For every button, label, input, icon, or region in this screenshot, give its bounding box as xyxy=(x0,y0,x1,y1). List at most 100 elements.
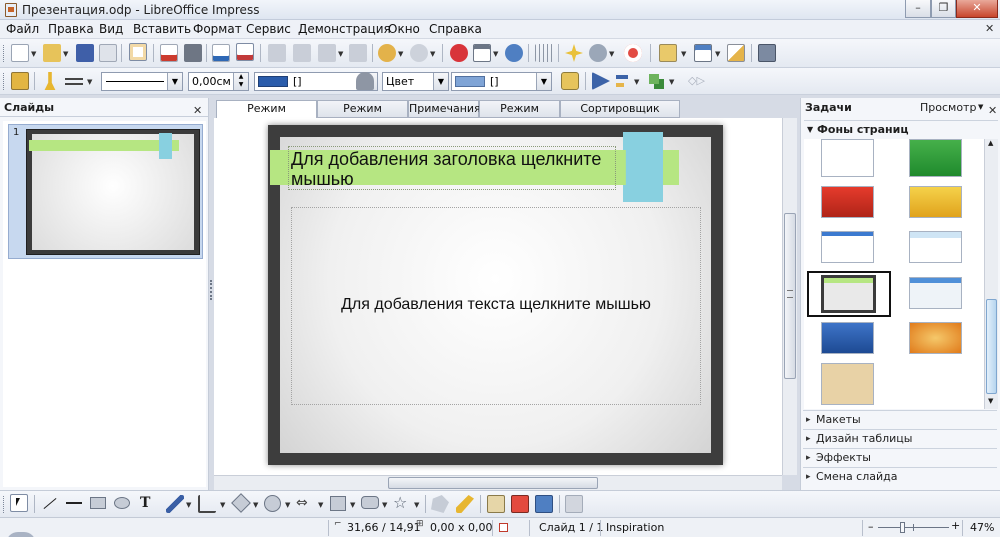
slide-canvas[interactable]: Для добавления заголовка щелкните мышью … xyxy=(268,125,723,465)
flowchart-dropdown-icon[interactable]: ▼ xyxy=(350,501,355,509)
close-panel-icon[interactable]: ✕ xyxy=(193,101,202,120)
slide-layout-icon[interactable] xyxy=(694,44,712,62)
fill-color-select[interactable]: [] ▼ xyxy=(451,72,552,91)
arrange-dropdown-icon[interactable]: ▼ xyxy=(669,78,674,86)
menu-tools[interactable]: Сервис xyxy=(246,22,291,36)
points-icon[interactable] xyxy=(431,495,449,513)
line-icon[interactable] xyxy=(44,72,56,90)
background-thumbnail[interactable] xyxy=(821,186,874,218)
menu-file[interactable]: Файл xyxy=(6,22,39,36)
close-window-button[interactable]: ✕ xyxy=(956,0,998,18)
curve-tool-icon[interactable] xyxy=(166,495,184,513)
align-dropdown-icon[interactable]: ▼ xyxy=(634,78,639,86)
restore-button[interactable]: ❐ xyxy=(931,0,956,18)
menu-edit[interactable]: Правка xyxy=(48,22,94,36)
connector-dropdown-icon[interactable]: ▼ xyxy=(220,501,225,509)
edit-file-icon[interactable] xyxy=(129,43,147,61)
export-pdf-icon[interactable] xyxy=(160,44,178,62)
toolbar-grip[interactable] xyxy=(3,45,5,62)
toolbar-more-icon[interactable]: ◇▷ xyxy=(688,74,705,87)
toolbar-grip-2[interactable] xyxy=(3,73,5,90)
tasks-view-menu[interactable]: Просмотр xyxy=(920,98,976,117)
insert-chart-icon[interactable] xyxy=(450,44,468,62)
minimize-button[interactable]: – xyxy=(905,0,931,18)
basic-shapes-icon[interactable] xyxy=(231,493,251,513)
gallery-icon[interactable] xyxy=(535,495,553,513)
section-effects[interactable]: Эффекты xyxy=(803,448,997,467)
background-thumbnail[interactable] xyxy=(909,231,962,263)
tab-slide-sorter[interactable]: Сортировщик слайдов xyxy=(560,100,680,131)
background-thumbnail[interactable] xyxy=(909,277,962,309)
copy-icon[interactable] xyxy=(293,44,311,62)
slide-thumbnail-selected[interactable]: 1 xyxy=(8,124,203,259)
background-thumbnail-selected[interactable] xyxy=(807,271,891,317)
spin-icon[interactable]: ▲ ▼ xyxy=(233,73,248,90)
symbol-shapes-dropdown-icon[interactable]: ▼ xyxy=(285,501,290,509)
block-arrows-dropdown-icon[interactable]: ▼ xyxy=(318,501,323,509)
zoom-dropdown-icon[interactable]: ▼ xyxy=(609,50,614,58)
stars-dropdown-icon[interactable]: ▼ xyxy=(414,501,419,509)
new-document-icon[interactable] xyxy=(11,44,29,62)
tasks-scroll-thumb[interactable] xyxy=(986,299,997,394)
arrange-icon[interactable] xyxy=(647,72,665,90)
zoom-icon[interactable] xyxy=(589,44,607,62)
open-folder-icon[interactable] xyxy=(43,44,61,62)
styles-icon[interactable] xyxy=(11,72,29,90)
area-fill-icon[interactable] xyxy=(356,72,374,90)
zoom-out-button[interactable]: – xyxy=(868,520,874,533)
start-slideshow-icon[interactable] xyxy=(758,44,776,62)
section-slide-transition[interactable]: Смена слайда xyxy=(803,467,997,486)
tab-outline-view[interactable]: Режим структуры xyxy=(317,100,408,131)
arrow-style-dropdown-icon[interactable]: ▼ xyxy=(87,78,92,86)
autospellcheck-icon[interactable] xyxy=(236,43,254,61)
callouts-icon[interactable] xyxy=(361,496,379,509)
menu-window[interactable]: Окно xyxy=(388,22,420,36)
help-icon[interactable] xyxy=(624,44,642,62)
scroll-down-icon[interactable]: ▼ xyxy=(988,397,993,405)
snap-point-icon[interactable] xyxy=(565,44,583,62)
background-thumbnail[interactable] xyxy=(821,139,874,177)
table-dropdown-icon[interactable]: ▼ xyxy=(493,50,498,58)
zoom-slider-handle[interactable] xyxy=(900,522,905,533)
tasks-vertical-scrollbar[interactable]: ▲ ▼ xyxy=(984,139,998,409)
zoom-in-button[interactable]: + xyxy=(951,519,960,532)
align-icon[interactable] xyxy=(614,72,632,90)
area-style-select[interactable]: Цвет ▼ xyxy=(382,72,449,91)
select-pointer-icon[interactable] xyxy=(10,494,28,512)
menu-insert[interactable]: Вставить xyxy=(133,22,191,36)
section-page-backgrounds[interactable]: ▼ Фоны страниц xyxy=(804,120,998,139)
cut-icon[interactable] xyxy=(268,44,286,62)
menu-view[interactable]: Вид xyxy=(99,22,123,36)
callouts-dropdown-icon[interactable]: ▼ xyxy=(382,501,387,509)
document-modified-icon[interactable] xyxy=(499,523,508,532)
paste-icon[interactable] xyxy=(318,44,336,62)
horizontal-scroll-thumb[interactable] xyxy=(388,477,598,489)
undo-dropdown-icon[interactable]: ▼ xyxy=(398,50,403,58)
grid-icon[interactable] xyxy=(535,44,553,62)
section-layouts[interactable]: Макеты xyxy=(803,410,997,429)
workspace-vertical-scrollbar[interactable] xyxy=(782,118,797,475)
paste-dropdown-icon[interactable]: ▼ xyxy=(338,50,343,58)
redo-dropdown-icon[interactable]: ▼ xyxy=(430,50,435,58)
block-arrows-icon[interactable]: ⇔ xyxy=(296,495,308,511)
close-document-icon[interactable]: ✕ xyxy=(985,22,994,35)
connector-tool-icon[interactable] xyxy=(198,495,216,513)
basic-shapes-dropdown-icon[interactable]: ▼ xyxy=(253,501,258,509)
flowchart-icon[interactable] xyxy=(330,496,346,511)
tab-drawing-view[interactable]: Режим рисования xyxy=(216,100,317,131)
spellcheck-icon[interactable] xyxy=(212,44,230,62)
clone-formatting-icon[interactable] xyxy=(349,44,367,62)
tab-notes-view[interactable]: Примечания xyxy=(408,100,481,118)
content-placeholder[interactable]: Для добавления текста щелкните мышью xyxy=(291,207,701,405)
menu-help[interactable]: Справка xyxy=(429,22,482,36)
symbol-shapes-icon[interactable] xyxy=(264,495,281,512)
new-dropdown-icon[interactable]: ▼ xyxy=(31,50,36,58)
layout-dropdown-icon[interactable]: ▼ xyxy=(715,50,720,58)
save-icon[interactable] xyxy=(76,44,94,62)
background-thumbnail[interactable] xyxy=(821,322,874,354)
slide-icon[interactable] xyxy=(659,44,677,62)
slide-dropdown-icon[interactable]: ▼ xyxy=(681,50,686,58)
navigator-icon[interactable] xyxy=(505,44,523,62)
section-table-design[interactable]: Дизайн таблицы xyxy=(803,429,997,448)
from-file-icon[interactable] xyxy=(511,495,529,513)
